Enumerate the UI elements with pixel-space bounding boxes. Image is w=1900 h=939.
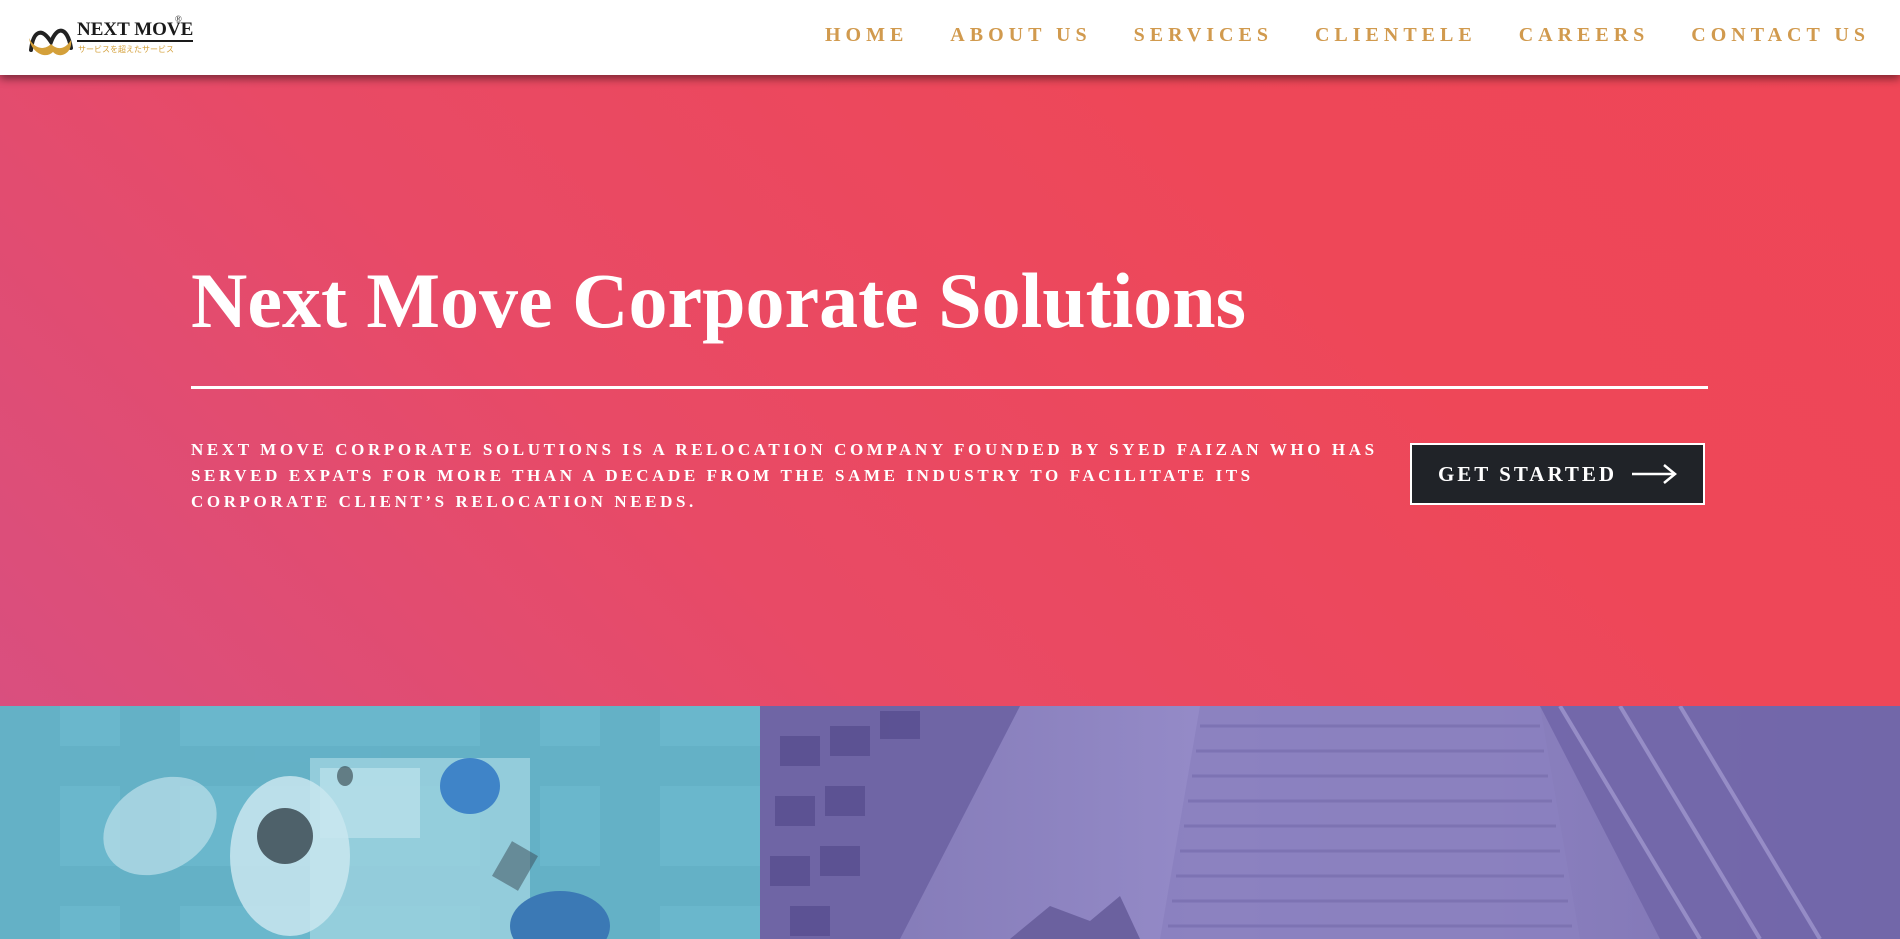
nav-careers[interactable]: CAREERS	[1519, 24, 1650, 47]
hero-title: Next Move Corporate Solutions	[191, 257, 1247, 344]
hero-section: Next Move Corporate Solutions NEXT MOVE …	[0, 75, 1900, 706]
main-nav: HOME ABOUT US SERVICES CLIENTELE CAREERS…	[783, 24, 1870, 47]
logo-mark-icon	[29, 28, 73, 56]
site-header: NEXT MOVE ® サービスを超えたサービス HOME ABOUT US S…	[0, 0, 1900, 75]
building-photo-panel	[760, 706, 1900, 939]
arrow-right-icon	[1632, 464, 1678, 484]
building-photo	[760, 706, 1900, 939]
meeting-photo-panel	[0, 706, 760, 939]
nav-clientele[interactable]: CLIENTELE	[1315, 24, 1477, 47]
meeting-photo	[0, 706, 760, 939]
registered-mark: ®	[175, 14, 182, 24]
nav-services[interactable]: SERVICES	[1134, 24, 1273, 47]
site-logo[interactable]: NEXT MOVE ® サービスを超えたサービス	[27, 12, 194, 60]
get-started-label: GET STARTED	[1437, 461, 1618, 486]
logo-tagline: サービスを超えたサービス	[78, 45, 174, 54]
hero-divider	[191, 386, 1708, 389]
get-started-button[interactable]: GET STARTED	[1410, 443, 1705, 505]
hero-description: NEXT MOVE CORPORATE SOLUTIONS IS A RELOC…	[191, 440, 1378, 511]
nav-contact-us[interactable]: CONTACT US	[1691, 24, 1870, 47]
nav-about-us[interactable]: ABOUT US	[950, 24, 1091, 47]
nav-home[interactable]: HOME	[825, 24, 908, 47]
